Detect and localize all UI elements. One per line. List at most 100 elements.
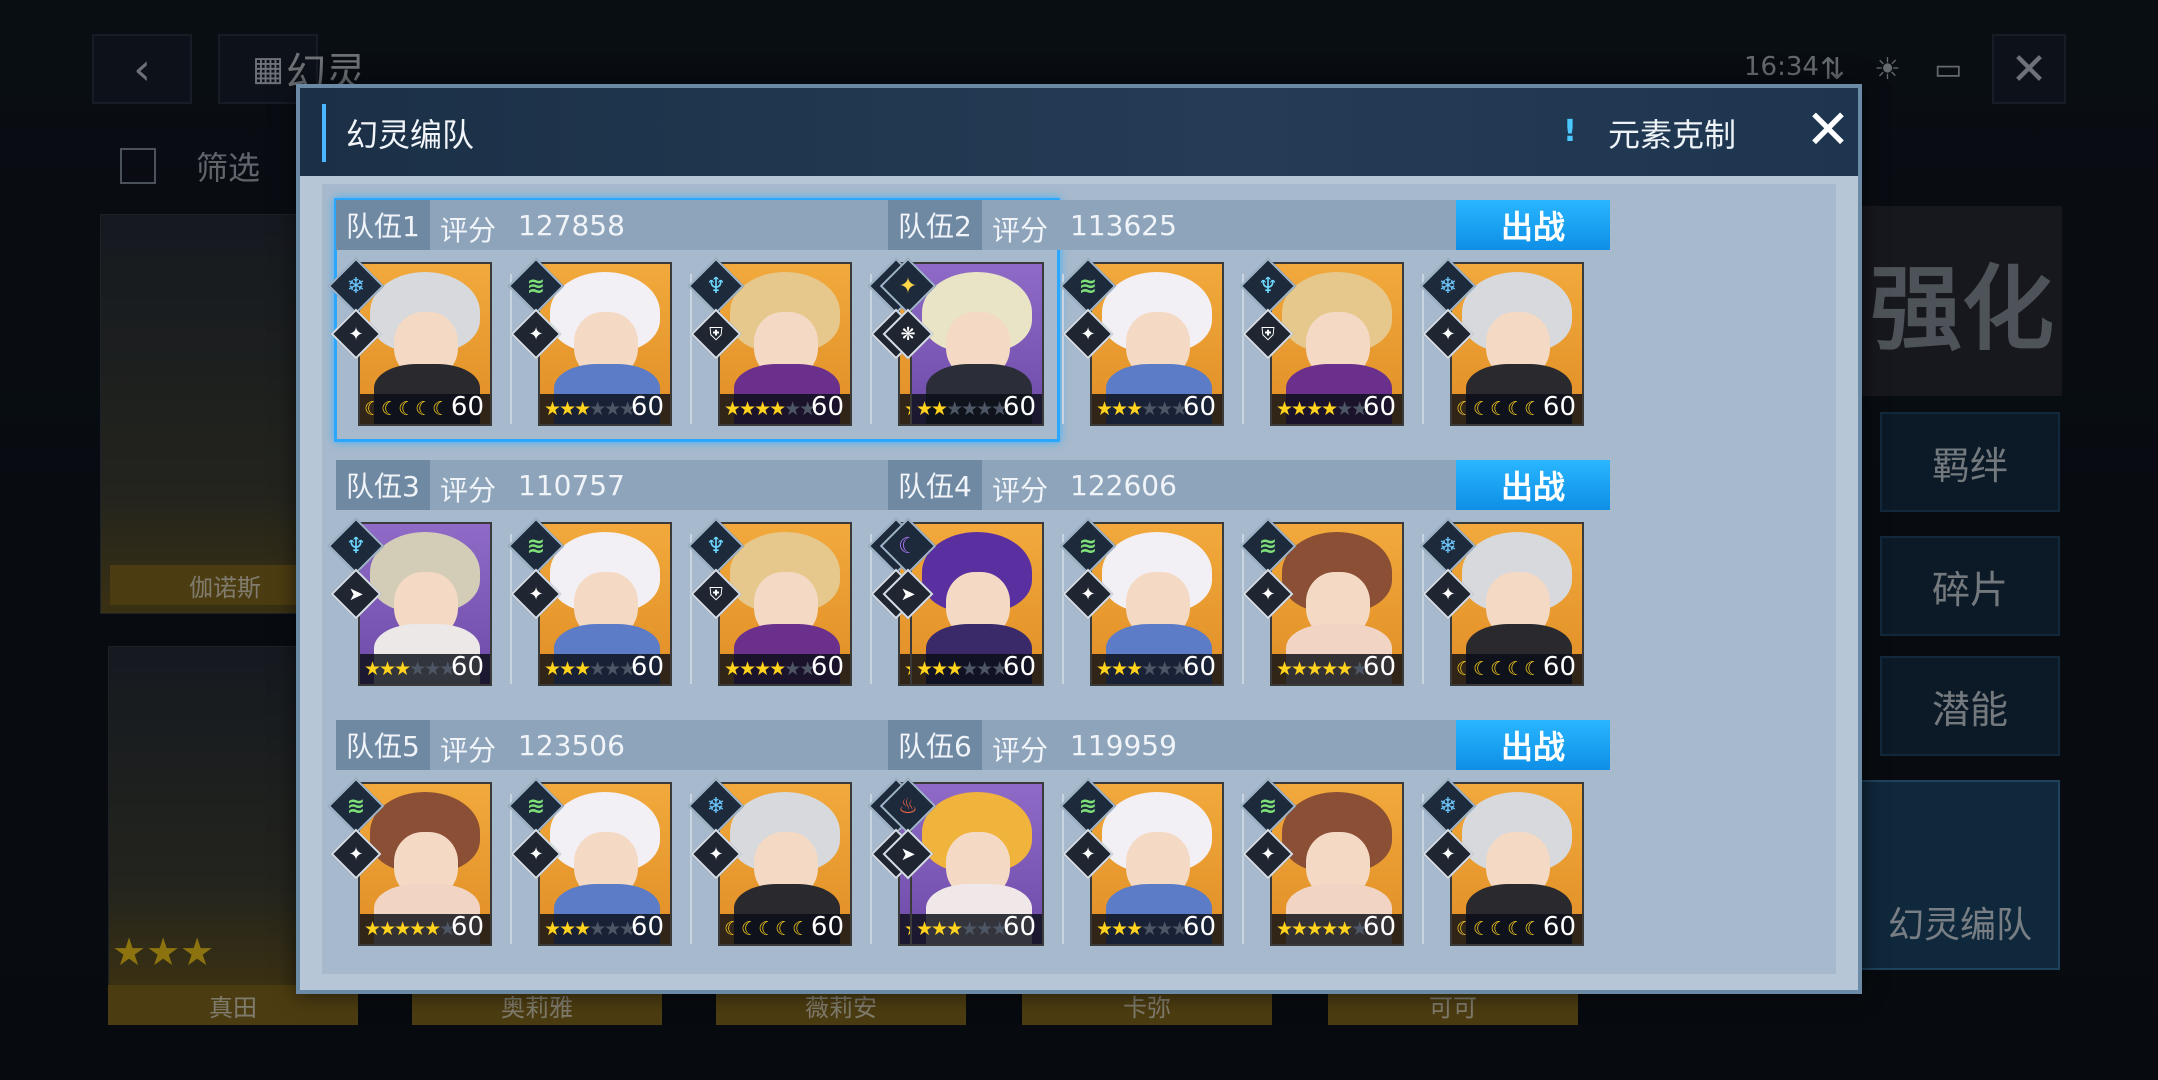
wind-element-icon: ≋ [1258,793,1278,819]
rank-bar: ☾☾ ☾☾☾ 60 [1452,392,1582,424]
rank-bar: ★★★★★★60 [1272,652,1402,684]
slot-divider [870,274,872,424]
team-score: 119959 [1070,729,1177,762]
character-level: 60 [1542,912,1576,942]
slot-divider [510,274,512,424]
water-element-icon: ♆ [1258,273,1278,299]
water-element-icon: ♆ [346,533,366,559]
element-counter-button[interactable]: 元素克制 [1608,110,1736,156]
star-role-icon: ✦ [1260,843,1276,865]
attack-role-icon: ➤ [348,583,364,605]
slot-divider [870,794,872,944]
character-level: 60 [450,912,484,942]
member-slot[interactable]: ★★★★★★60 ≋ ✦ [507,517,696,690]
rank-bar: ★★★★★★60 [720,392,850,424]
member-slot[interactable]: ☾☾ ☾☾☾ 60 ❄ ✦ [1419,777,1608,950]
team-header: 队伍4 评分 122606 出战 [888,460,1610,510]
member-slot[interactable]: ★★★ ★★★ 60 ♨ ➤ [879,777,1068,950]
support-role-icon: ❋ [900,323,916,345]
member-slot[interactable]: ☾☾ ☾☾☾ 60 ❄ ✦ [1419,517,1608,690]
team-panel[interactable]: 队伍4 评分 122606 出战 ★★★ ★★★ 60 ☾ ➤ ★★★ ★★★ 60 ≋ ✦ ★★★★★ ★ 6… [879,460,1610,700]
deploy-button[interactable]: 出战 [1456,720,1610,770]
deploy-button[interactable]: 出战 [1456,460,1610,510]
close-button[interactable]: ✕ [1804,103,1852,157]
member-slot[interactable]: ★★★★ ★★ 60 ♆ ⛨ [687,257,876,430]
rank-bar: ☾☾ ☾☾☾ 60 [1452,652,1582,684]
team-name: 队伍6 [888,720,982,770]
slot-divider [690,534,692,684]
shield-role-icon: ⛨ [709,583,723,605]
member-slot[interactable]: ★★★ ★★★ 60 ☾ ➤ [879,517,1068,690]
rank-bar: ☾☾ ☾☾☾ 60 [720,912,850,944]
member-slot[interactable]: ★★★★ ★★ 60 ♆ ⛨ [1239,257,1428,430]
member-slot[interactable]: ★★★★★★60 ≋ ✦ [1059,257,1248,430]
wind-element-icon: ≋ [1078,533,1098,559]
star-role-icon: ✦ [708,843,724,865]
rank-bar: ☾☾ ☾☾☾ 60 [360,392,490,424]
header-accent [322,104,326,162]
member-slot[interactable]: ☾☾ ☾☾☾ 60 ❄ ✦ [1419,257,1608,430]
wind-element-icon: ≋ [526,273,546,299]
star-role-icon: ✦ [1260,583,1276,605]
slot-divider [870,534,872,684]
member-slot[interactable]: ★★★★★★60 ≋ ✦ [1059,517,1248,690]
score-label: 评分 [440,214,497,247]
team-members: ★★★ ★★★ 60 ☾ ➤ ★★★ ★★★ 60 ≋ ✦ ★★★★★ ★ 60 ≋ ✦ ☾☾ ☾☾☾ 60 ❄ ✦ [879,517,1610,690]
score-label: 评分 [440,474,497,507]
slot-divider [1062,534,1064,684]
rank-bar: ☾☾ ☾☾☾ 60 [1452,912,1582,944]
member-slot[interactable]: ★★★★★★60 ≋ ✦ [507,257,696,430]
character-level: 60 [1362,392,1396,422]
character-level: 60 [630,652,664,682]
character-level: 60 [1542,392,1576,422]
rank-bar: ★★★★★★60 [912,652,1042,684]
character-level: 60 [630,912,664,942]
star-role-icon: ✦ [348,843,364,865]
member-slot[interactable]: ★★★★★★60 ≋ ✦ [1239,777,1428,950]
star-role-icon: ✦ [348,323,364,345]
character-level: 60 [810,912,844,942]
rank-bar: ★★★★★★60 [540,652,670,684]
light-element-icon: ✦ [898,273,918,299]
slot-divider [510,794,512,944]
star-role-icon: ✦ [1440,323,1456,345]
fire-element-icon: ♨ [898,793,918,819]
team-panel[interactable]: 队伍6 评分 119959 出战 ★★★ ★★★ 60 ♨ ➤ ★★★ ★★★ 60 ≋ ✦ ★★★★★ ★ 6… [879,720,1610,960]
team-panel[interactable]: 队伍2 评分 113625 出战 ★★ ★★★★ 60 ✦ ❋ ★★★ ★★★ 60 ≋ ✦ ★★★★ ★★ 6… [879,200,1610,440]
team-name: 队伍5 [336,720,430,770]
team-score: 110757 [518,469,625,502]
shield-role-icon: ⛨ [1261,323,1275,345]
info-icon[interactable]: ! [1560,114,1580,150]
member-slot[interactable]: ★★★★★★60 ≋ ✦ [1239,517,1428,690]
member-slot[interactable]: ☾☾ ☾☾☾ 60 ❄ ✦ [327,257,516,430]
star-role-icon: ✦ [528,583,544,605]
slot-divider [1242,274,1244,424]
member-slot[interactable]: ★★★ ★★★ 60 ♆ ➤ [327,517,516,690]
dark-element-icon: ☾ [898,533,918,559]
star-role-icon: ✦ [1440,583,1456,605]
rank-bar: ★★★★★★60 [1272,392,1402,424]
member-slot[interactable]: ★★★★★★60 ≋ ✦ [507,777,696,950]
rank-bar: ★★★★★★60 [1092,652,1222,684]
wind-element-icon: ≋ [526,793,546,819]
team-name: 队伍1 [336,200,430,250]
rank-bar: ★★★★★★60 [360,912,490,944]
rank-bar: ★★★★★★60 [720,652,850,684]
slot-divider [1062,274,1064,424]
character-level: 60 [810,392,844,422]
team-score: 127858 [518,209,625,242]
close-icon: ✕ [1805,98,1851,161]
deploy-button[interactable]: 出战 [1456,200,1610,250]
score-label: 评分 [440,734,497,767]
team-score: 122606 [1070,469,1177,502]
ice-element-icon: ❄ [346,273,366,299]
character-level: 60 [1002,392,1036,422]
member-slot[interactable]: ★★ ★★★★ 60 ✦ ❋ [879,257,1068,430]
slot-divider [1422,274,1424,424]
member-slot[interactable]: ★★★★★★60 ≋ ✦ [1059,777,1248,950]
member-slot[interactable]: ★★★★ ★★ 60 ♆ ⛨ [687,517,876,690]
member-slot[interactable]: ★★★★★★60 ≋ ✦ [327,777,516,950]
member-slot[interactable]: ☾☾ ☾☾☾ 60 ❄ ✦ [687,777,876,950]
slot-divider [690,794,692,944]
team-name: 队伍3 [336,460,430,510]
